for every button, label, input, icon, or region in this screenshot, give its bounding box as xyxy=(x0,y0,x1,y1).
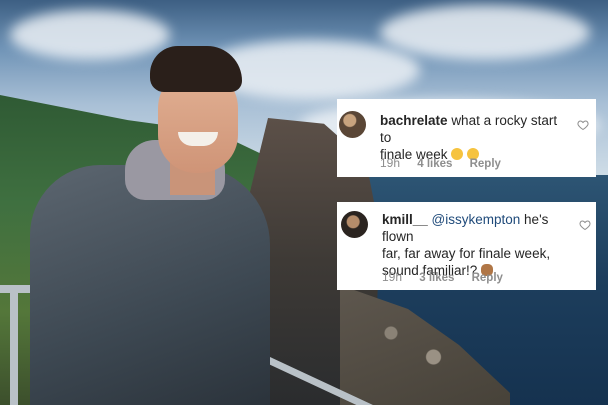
heart-icon[interactable] xyxy=(577,119,589,131)
man-in-jacket xyxy=(30,40,280,405)
comment-username[interactable]: kmill__ xyxy=(382,212,428,227)
hair xyxy=(150,46,242,92)
comment-time: 19h xyxy=(380,156,401,170)
profile-avatar[interactable] xyxy=(341,211,368,238)
heart-icon[interactable] xyxy=(579,219,591,231)
mention-link[interactable]: @issykempton xyxy=(432,212,521,227)
comment-meta: 19h 4 likes Reply xyxy=(380,156,515,170)
like-count[interactable]: 3 likes xyxy=(419,272,454,284)
comment-meta: 19h 3 likes Reply xyxy=(382,270,517,284)
reply-button[interactable]: Reply xyxy=(470,158,501,170)
profile-avatar[interactable] xyxy=(339,111,366,138)
comment-text-line: far, far away for finale week, xyxy=(382,246,551,261)
comment-card: bachrelate what a rocky start to finale … xyxy=(337,99,596,177)
comment-card: kmill__ @issykempton he's flown far, far… xyxy=(337,202,596,290)
reply-button[interactable]: Reply xyxy=(472,272,503,284)
comment-time: 19h xyxy=(382,270,403,284)
railing-post xyxy=(10,290,18,405)
cloud xyxy=(380,5,590,60)
jacket xyxy=(30,165,270,405)
comment-text: kmill__ @issykempton he's flown far, far… xyxy=(382,211,582,279)
like-count[interactable]: 4 likes xyxy=(417,158,452,170)
comment-username[interactable]: bachrelate xyxy=(380,113,448,128)
